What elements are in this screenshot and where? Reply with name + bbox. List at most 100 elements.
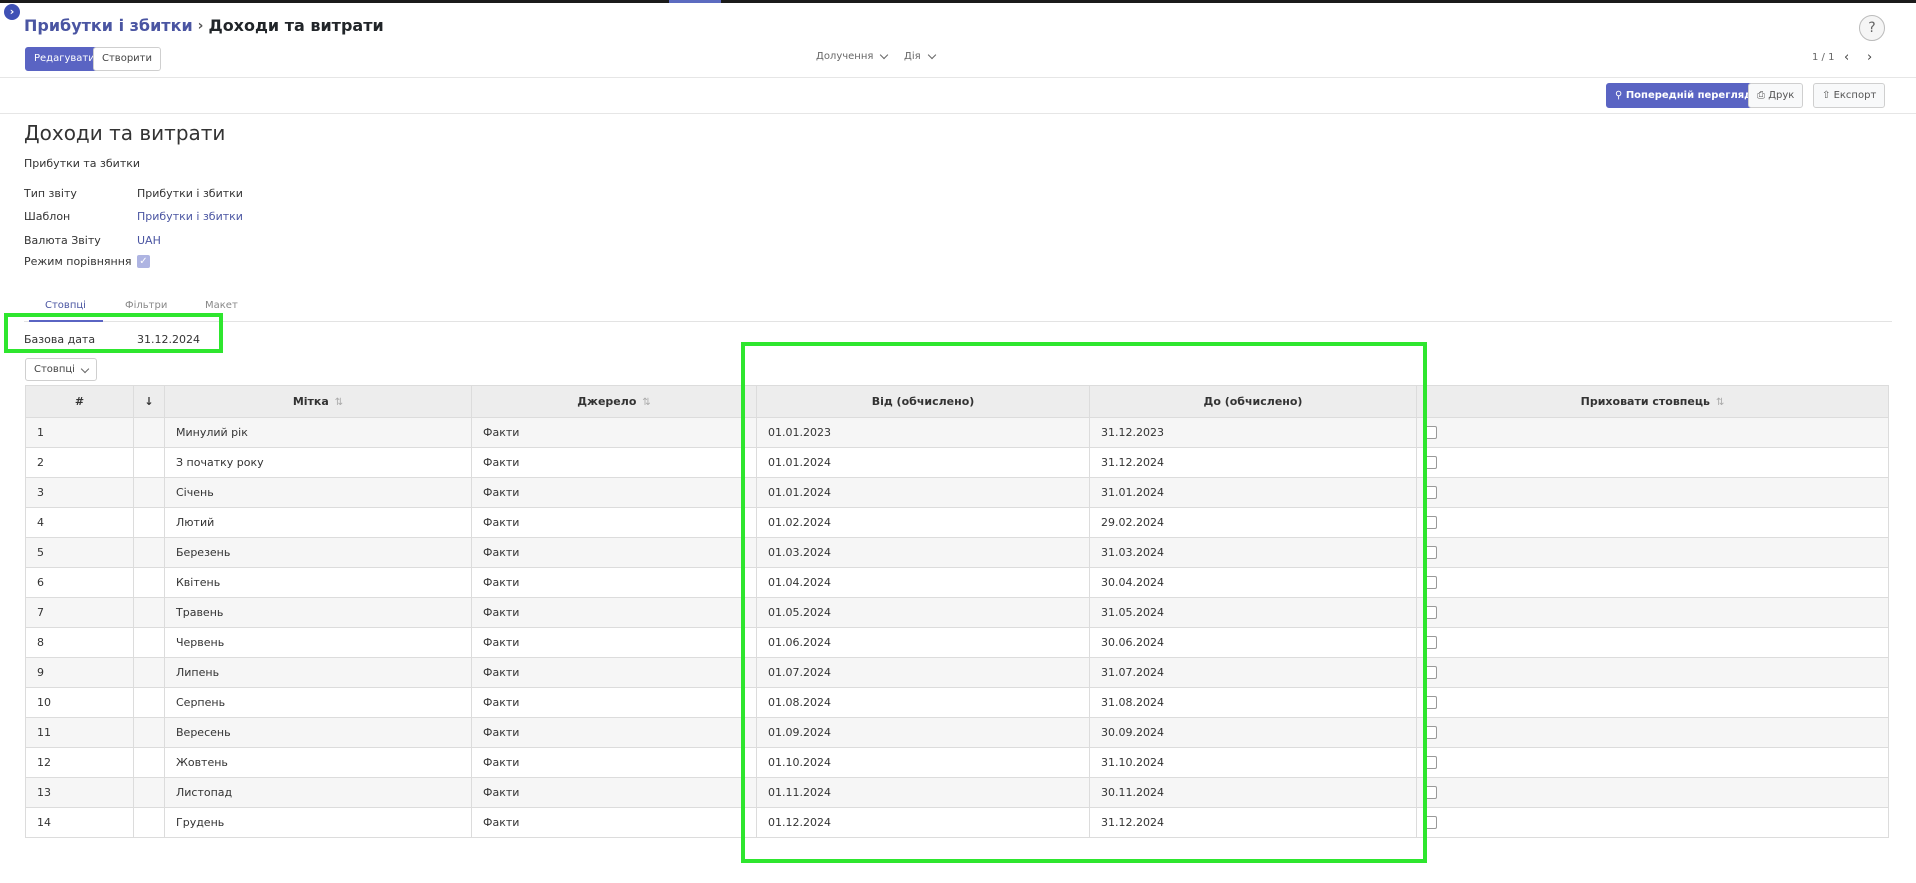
hide-column-checkbox[interactable]	[1424, 546, 1437, 560]
row-hide[interactable]	[1416, 447, 1889, 478]
currency-link[interactable]: UAH	[137, 234, 161, 247]
row-hide[interactable]	[1416, 537, 1889, 568]
row-hide[interactable]	[1416, 807, 1889, 838]
table-row[interactable]: 8 Червень Факти 01.06.2024 30.06.2024	[25, 627, 1889, 658]
row-to-date: 30.09.2024	[1089, 717, 1417, 748]
table-row[interactable]: 10 Серпень Факти 01.08.2024 31.08.2024	[25, 687, 1889, 718]
column-header-source[interactable]: Джерело ⇅	[471, 385, 757, 418]
attachments-dropdown[interactable]: Долучення	[816, 50, 889, 62]
row-source: Факти	[471, 807, 757, 838]
hide-column-checkbox[interactable]	[1424, 786, 1437, 800]
table-row[interactable]: 14 Грудень Факти 01.12.2024 31.12.2024	[25, 807, 1889, 838]
row-hide[interactable]	[1416, 417, 1889, 448]
comparison-mode-checkbox[interactable]: ✓	[137, 255, 150, 268]
tab-layout[interactable]: Макет	[205, 300, 238, 311]
row-number: 8	[25, 627, 134, 658]
row-hide[interactable]	[1416, 627, 1889, 658]
row-handle	[133, 567, 165, 598]
hide-column-checkbox[interactable]	[1424, 726, 1437, 740]
action-dropdown[interactable]: Дія	[904, 50, 936, 62]
row-label: Листопад	[164, 777, 472, 808]
pager-value[interactable]: 1 / 1	[1812, 52, 1834, 63]
row-label: Червень	[164, 627, 472, 658]
row-number: 9	[25, 657, 134, 688]
row-number: 2	[25, 447, 134, 478]
hide-column-checkbox[interactable]	[1424, 576, 1437, 590]
row-from-date: 01.07.2024	[756, 657, 1090, 688]
preview-button[interactable]: ⚲ Попередній перегляд	[1606, 83, 1762, 108]
hide-column-checkbox[interactable]	[1424, 456, 1437, 470]
hide-column-checkbox[interactable]	[1424, 666, 1437, 680]
row-to-date: 31.12.2023	[1089, 417, 1417, 448]
attachments-label: Долучення	[816, 51, 874, 62]
table-row[interactable]: 11 Вересень Факти 01.09.2024 30.09.2024	[25, 717, 1889, 748]
row-label: Грудень	[164, 807, 472, 838]
table-row[interactable]: 5 Березень Факти 01.03.2024 31.03.2024	[25, 537, 1889, 568]
row-label: Жовтень	[164, 747, 472, 778]
table-row[interactable]: 7 Травень Факти 01.05.2024 31.05.2024	[25, 597, 1889, 628]
row-handle	[133, 657, 165, 688]
table-row[interactable]: 2 З початку року Факти 01.01.2024 31.12.2024	[25, 447, 1889, 478]
create-button[interactable]: Створити	[93, 47, 161, 71]
print-button[interactable]: ⎙ Друк	[1748, 83, 1804, 108]
chevron-down-icon	[927, 50, 936, 60]
row-from-date: 01.12.2024	[756, 807, 1090, 838]
hide-column-checkbox[interactable]	[1424, 516, 1437, 530]
row-hide[interactable]	[1416, 777, 1889, 808]
table-row[interactable]: 9 Липень Факти 01.07.2024 31.07.2024	[25, 657, 1889, 688]
hide-column-checkbox[interactable]	[1424, 426, 1437, 440]
column-header-sequence[interactable]: ↓	[133, 385, 165, 418]
row-hide[interactable]	[1416, 657, 1889, 688]
template-link[interactable]: Прибутки і збитки	[137, 210, 243, 223]
row-hide[interactable]	[1416, 507, 1889, 538]
table-row[interactable]: 3 Січень Факти 01.01.2024 31.01.2024	[25, 477, 1889, 508]
columns-dropdown-button[interactable]: Стовпці	[25, 358, 98, 381]
row-from-date: 01.02.2024	[756, 507, 1090, 538]
tab-filters[interactable]: Фільтри	[125, 300, 167, 311]
tab-columns[interactable]: Стовпці	[45, 300, 86, 311]
active-tab-indicator	[29, 320, 103, 322]
table-row[interactable]: 1 Минулий рік Факти 01.01.2023 31.12.2023	[25, 417, 1889, 448]
column-header-label[interactable]: Мітка ⇅	[164, 385, 472, 418]
row-label: Січень	[164, 477, 472, 508]
row-from-date: 01.01.2023	[756, 417, 1090, 448]
sort-icon[interactable]: ⇅	[335, 397, 343, 408]
sort-icon[interactable]: ⇅	[642, 397, 650, 408]
help-icon[interactable]: ?	[1859, 15, 1885, 41]
sidebar-toggle-icon[interactable]: ›	[4, 4, 20, 20]
hide-column-checkbox[interactable]	[1424, 486, 1437, 500]
columns-table: # ↓ Мітка ⇅ Джерело ⇅ Від (обчислено) До (…	[25, 385, 1889, 838]
table-row[interactable]: 13 Листопад Факти 01.11.2024 30.11.2024	[25, 777, 1889, 808]
row-hide[interactable]	[1416, 597, 1889, 628]
row-from-date: 01.09.2024	[756, 717, 1090, 748]
row-source: Факти	[471, 657, 757, 688]
row-from-date: 01.08.2024	[756, 687, 1090, 718]
export-button[interactable]: ⇧ Експорт	[1813, 83, 1886, 108]
row-hide[interactable]	[1416, 687, 1889, 718]
table-row[interactable]: 4 Лютий Факти 01.02.2024 29.02.2024	[25, 507, 1889, 538]
row-hide[interactable]	[1416, 567, 1889, 598]
pager-previous-icon[interactable]: ‹	[1844, 50, 1849, 65]
column-header-hide[interactable]: Приховати стовпець ⇅	[1416, 385, 1889, 418]
row-to-date: 31.05.2024	[1089, 597, 1417, 628]
breadcrumb-parent-link[interactable]: Прибутки і збитки	[24, 16, 193, 35]
pager-next-icon[interactable]: ›	[1867, 50, 1872, 65]
row-hide[interactable]	[1416, 717, 1889, 748]
edit-button[interactable]: Редагувати	[25, 47, 104, 71]
row-hide[interactable]	[1416, 477, 1889, 508]
table-row[interactable]: 6 Квітень Факти 01.04.2024 30.04.2024	[25, 567, 1889, 598]
row-source: Факти	[471, 627, 757, 658]
hide-column-checkbox[interactable]	[1424, 816, 1437, 830]
top-bar	[0, 0, 1916, 3]
row-handle	[133, 807, 165, 838]
hide-column-checkbox[interactable]	[1424, 606, 1437, 620]
hide-column-checkbox[interactable]	[1424, 696, 1437, 710]
row-hide[interactable]	[1416, 747, 1889, 778]
row-number: 10	[25, 687, 134, 718]
table-row[interactable]: 12 Жовтень Факти 01.10.2024 31.10.2024	[25, 747, 1889, 778]
row-from-date: 01.06.2024	[756, 627, 1090, 658]
hide-column-checkbox[interactable]	[1424, 756, 1437, 770]
hide-column-checkbox[interactable]	[1424, 636, 1437, 650]
column-header-from: Від (обчислено)	[756, 385, 1090, 418]
sort-icon[interactable]: ⇅	[1716, 397, 1724, 408]
